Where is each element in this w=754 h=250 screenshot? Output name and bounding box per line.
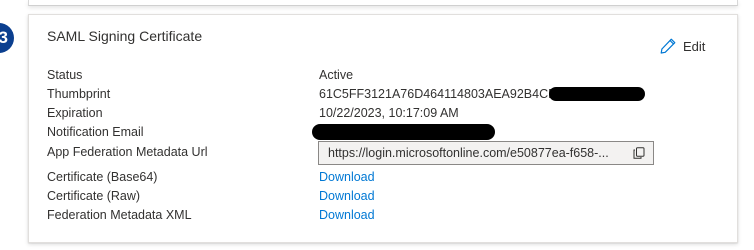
status-value: Active [319, 68, 354, 82]
download-certificate-base64-link[interactable]: Download [319, 168, 375, 187]
field-label: Federation Metadata XML [47, 208, 192, 222]
download-certificate-raw-link[interactable]: Download [319, 187, 375, 206]
metadata-url-text: https://login.microsoftonline.com/e50877… [328, 146, 609, 160]
field-label: Status [47, 68, 83, 82]
email-redaction [312, 124, 495, 140]
field-label: Certificate (Raw) [47, 189, 141, 203]
field-label: Notification Email [47, 125, 144, 139]
thumbprint-redaction [549, 87, 645, 101]
download-federation-metadata-xml-link[interactable]: Download [319, 206, 375, 225]
field-label: Thumbprint [47, 87, 111, 101]
pencil-icon [660, 38, 676, 54]
metadata-url-field[interactable]: https://login.microsoftonline.com/e50877… [318, 141, 654, 165]
field-row-certificate-base64: Certificate (Base64) Download [47, 168, 727, 187]
field-row-status: Status Active [47, 66, 727, 85]
saml-signing-certificate-section: 3 SAML Signing Certificate Edit Status A… [0, 0, 754, 250]
thumbprint-value: 61C5FF3121A76D464114803AEA92B4CD [319, 87, 558, 101]
field-row-federation-metadata-xml: Federation Metadata XML Download [47, 206, 727, 225]
step-number-badge: 3 [0, 23, 14, 53]
field-row-certificate-raw: Certificate (Raw) Download [47, 187, 727, 206]
expiration-value: 10/22/2023, 10:17:09 AM [319, 106, 459, 120]
previous-card-edge [28, 0, 738, 6]
field-label: App Federation Metadata Url [47, 145, 208, 159]
field-row-expiration: Expiration 10/22/2023, 10:17:09 AM [47, 104, 727, 123]
copy-icon[interactable] [633, 147, 645, 159]
edit-button[interactable]: Edit [659, 37, 705, 55]
field-label: Certificate (Base64) [47, 170, 158, 184]
saml-certificate-card: SAML Signing Certificate Edit Status Act… [28, 14, 738, 243]
edit-button-label: Edit [683, 38, 706, 54]
card-title: SAML Signing Certificate [47, 28, 203, 44]
field-label: Expiration [47, 106, 103, 120]
